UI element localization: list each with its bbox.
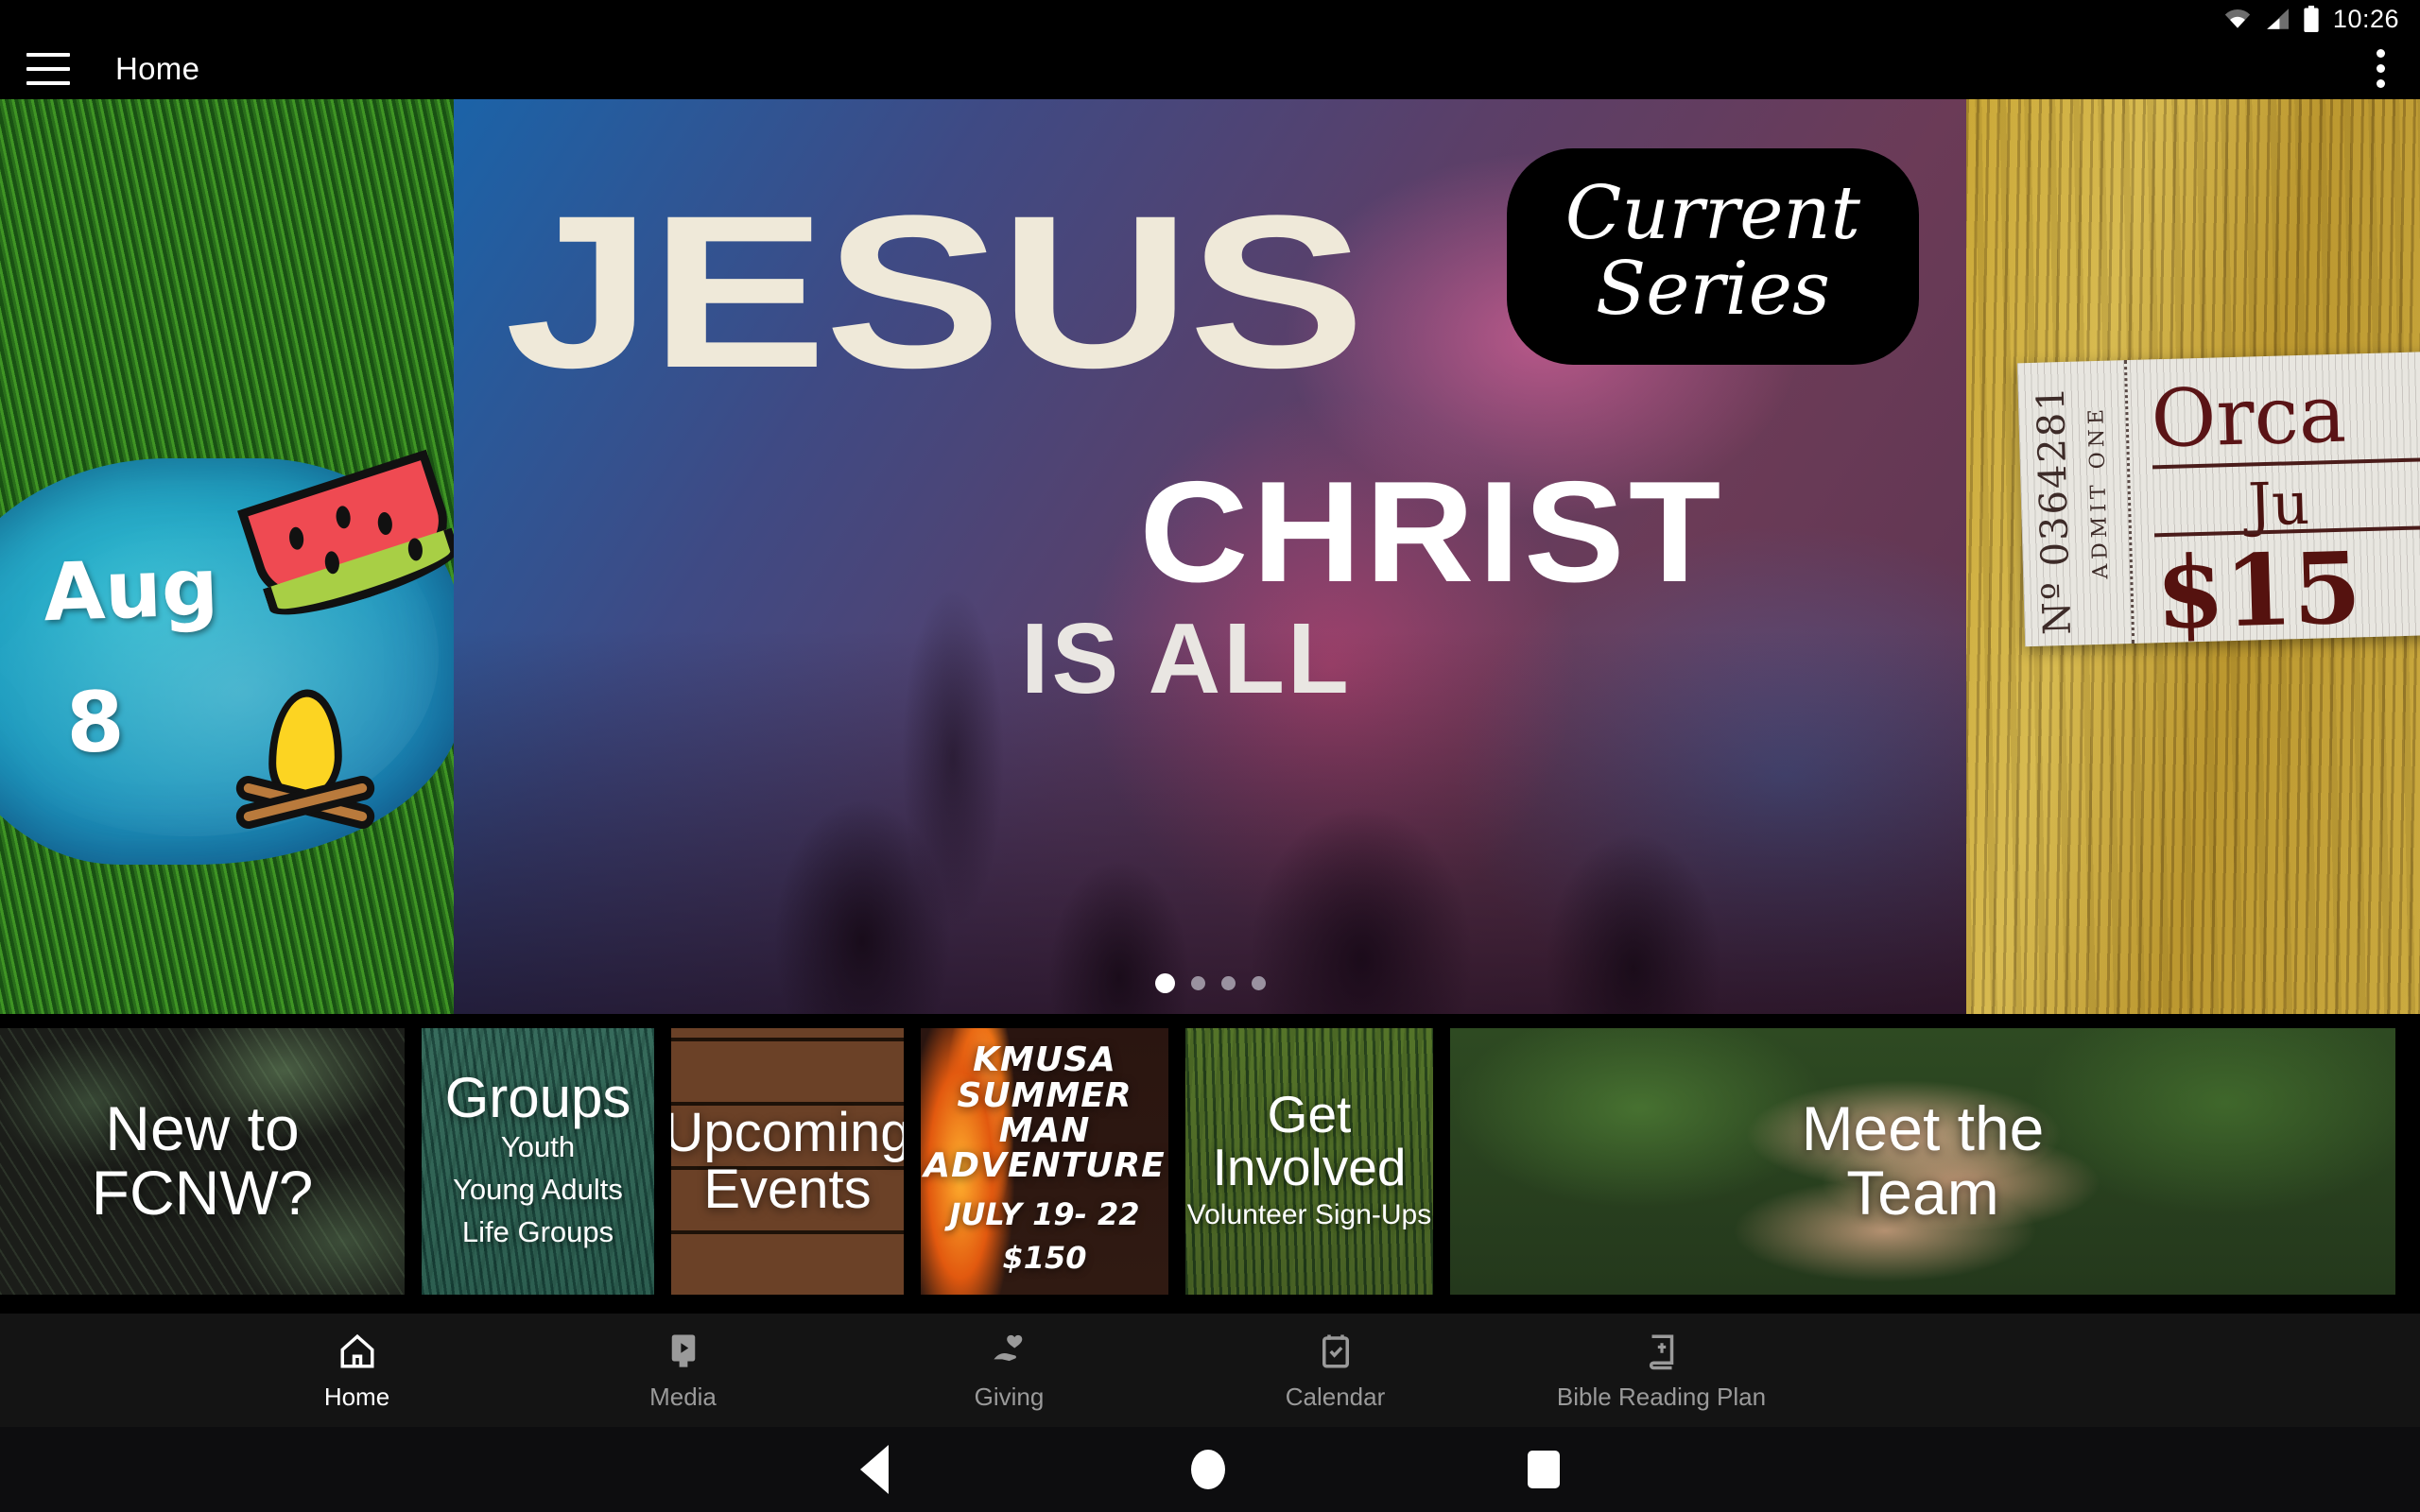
- carousel-dot-4[interactable]: [1251, 976, 1266, 990]
- carousel-slide-ticket[interactable]: Nº 0364281 ADMIT ONE Orca Ju $15: [1966, 99, 2420, 1014]
- card-title: Get Involved: [1212, 1084, 1407, 1197]
- series-title-line3: IS ALL: [1021, 603, 1352, 714]
- ticket-number: Nº 0364281: [2029, 384, 2080, 636]
- card-subtitle: JULY 19- 22 $150: [949, 1195, 1140, 1277]
- ticket-admit-one: ADMIT ONE: [2084, 404, 2114, 580]
- recents-square-icon[interactable]: [1528, 1451, 1560, 1488]
- tab-label: Home: [323, 1382, 390, 1411]
- carousel-slide-current-series[interactable]: JESUS CHRIST IS ALL Current Series: [454, 99, 1966, 1014]
- carousel-dot-3[interactable]: [1220, 976, 1236, 990]
- summer-day: 8: [64, 672, 127, 772]
- card-title: Meet the Team: [1801, 1093, 2045, 1228]
- hero-carousel[interactable]: Aug 8 JESUS CHRIST IS ALL Current Series…: [0, 99, 2420, 1014]
- carousel-dot-2[interactable]: [1190, 976, 1205, 990]
- giving-hand-heart-icon: [990, 1330, 1029, 1373]
- tab-label: Giving: [974, 1382, 1045, 1411]
- groups-card[interactable]: Groups Youth Young Adults Life Groups: [422, 1028, 654, 1295]
- campfire-icon: [233, 685, 377, 832]
- card-title: Groups: [444, 1065, 631, 1129]
- wifi-icon: [2224, 9, 2251, 28]
- status-bar: 10:26: [0, 0, 2420, 38]
- calendar-check-icon: [1316, 1330, 1356, 1373]
- series-title-line2: CHRIST: [1139, 452, 1725, 612]
- home-icon: [337, 1330, 377, 1373]
- card-subtitle: Youth Young Adults Life Groups: [453, 1130, 623, 1249]
- current-series-badge: Current Series: [1506, 148, 1919, 366]
- summer-month: Aug: [42, 540, 220, 640]
- card-title: Upcoming Events: [671, 1102, 904, 1220]
- bottom-tab-bar: Home Media Giving Calendar Bible Reading…: [0, 1314, 2420, 1427]
- card-title: KMUSA SUMMER MAN ADVENTURE: [924, 1040, 1166, 1185]
- tab-giving[interactable]: Giving: [846, 1330, 1172, 1412]
- status-bar-clock: 10:26: [2332, 4, 2399, 33]
- tab-label: Media: [649, 1382, 717, 1411]
- badge-line1: Current: [1564, 171, 1860, 256]
- kmusa-card[interactable]: KMUSA SUMMER MAN ADVENTURE JULY 19- 22 $…: [921, 1028, 1168, 1295]
- series-title-line1: JESUS: [505, 170, 1365, 413]
- app-screen: 10:26 Home Aug 8 JESUS CHRIST IS ALL Cur…: [0, 0, 2420, 1512]
- status-icons: [2223, 6, 2320, 32]
- ticket-title: Orca: [2150, 367, 2348, 466]
- quick-link-card-strip[interactable]: New to FCNW? Groups Youth Young Adults L…: [0, 1028, 2420, 1295]
- carousel-dot-1[interactable]: [1154, 973, 1175, 993]
- tab-label: Calendar: [1285, 1382, 1386, 1411]
- admission-ticket: Nº 0364281 ADMIT ONE Orca Ju $15: [2016, 349, 2420, 651]
- upcoming-events-card[interactable]: Upcoming Events: [671, 1028, 904, 1295]
- back-triangle-icon[interactable]: [860, 1445, 889, 1494]
- badge-line2: Series: [1595, 246, 1830, 332]
- new-to-fcnw-card[interactable]: New to FCNW?: [0, 1028, 405, 1295]
- summer-date-text: Aug 8: [42, 540, 220, 772]
- ticket-price: $15: [2154, 529, 2363, 652]
- home-circle-icon[interactable]: [1191, 1450, 1225, 1489]
- app-bar: Home: [0, 38, 2420, 99]
- carousel-pagination-dots[interactable]: [0, 973, 2420, 993]
- battery-icon: [2304, 6, 2319, 32]
- card-subtitle: Volunteer Sign-Ups: [1186, 1198, 1432, 1230]
- tab-media[interactable]: Media: [520, 1330, 846, 1412]
- page-title: Home: [115, 50, 200, 86]
- bible-book-icon: [1642, 1330, 1682, 1373]
- get-involved-card[interactable]: Get Involved Volunteer Sign-Ups: [1185, 1028, 1433, 1295]
- overflow-menu-icon[interactable]: [2375, 49, 2386, 88]
- android-system-nav: [0, 1427, 2420, 1512]
- tab-home[interactable]: Home: [194, 1330, 520, 1412]
- card-title: New to FCNW?: [91, 1093, 314, 1228]
- tab-label: Bible Reading Plan: [1556, 1382, 1767, 1411]
- cellular-signal-icon: [2267, 9, 2289, 29]
- tab-bible-reading-plan[interactable]: Bible Reading Plan: [1498, 1330, 1824, 1412]
- carousel-slide-summer[interactable]: Aug 8: [0, 99, 454, 1014]
- hamburger-menu-icon[interactable]: [26, 52, 70, 85]
- meet-the-team-card[interactable]: Meet the Team: [1450, 1028, 2395, 1295]
- media-play-icon: [664, 1330, 703, 1373]
- tab-calendar[interactable]: Calendar: [1172, 1330, 1498, 1412]
